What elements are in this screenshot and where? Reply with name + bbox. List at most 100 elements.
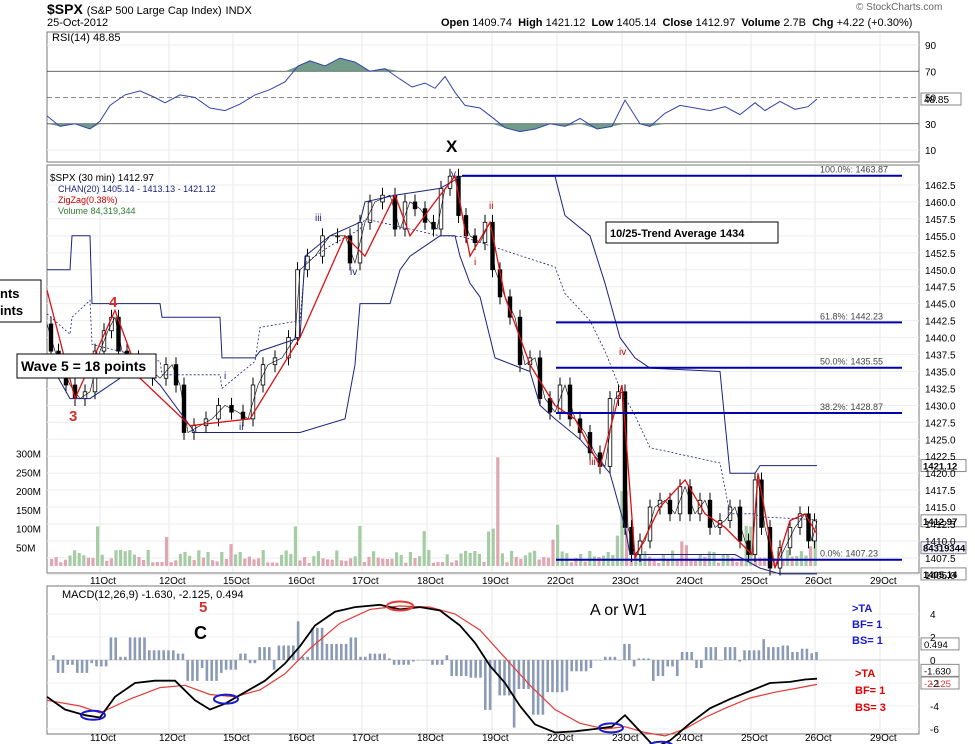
volume-bar bbox=[132, 554, 136, 566]
volume-bar bbox=[358, 525, 362, 566]
macd-histogram-bar bbox=[666, 660, 669, 667]
macd-histogram-bar bbox=[224, 660, 228, 670]
volume-bar bbox=[224, 559, 228, 566]
volume-bar bbox=[77, 553, 81, 566]
volume-bar bbox=[422, 531, 426, 566]
volume-bar bbox=[96, 526, 100, 566]
volume-bar bbox=[105, 560, 109, 566]
cutoff-text-2: ints bbox=[0, 303, 23, 318]
volume-bar bbox=[717, 562, 721, 566]
macd-histogram-bar bbox=[85, 660, 89, 673]
volume-bar bbox=[477, 553, 481, 566]
price-tick-label: 1455.0 bbox=[925, 232, 956, 243]
macd-histogram-bar bbox=[407, 660, 410, 665]
macd-histogram-bar bbox=[503, 660, 506, 696]
channel-middle bbox=[46, 218, 818, 521]
macd-histogram-bar bbox=[196, 660, 199, 681]
x-tick-label: 12Oct bbox=[159, 733, 186, 744]
wave-c-label: C bbox=[194, 623, 207, 643]
volume-bar bbox=[280, 554, 284, 566]
macd-histogram-bar bbox=[277, 645, 281, 660]
wave-red-iv: iv bbox=[619, 347, 626, 358]
macd-histogram-bar bbox=[229, 660, 233, 670]
volume-bar bbox=[740, 560, 744, 566]
fib-label: 100.0%: 1463.87 bbox=[820, 165, 888, 175]
x-tick-label: 15Oct bbox=[223, 576, 250, 587]
macd-histogram-bar bbox=[748, 650, 751, 660]
volume-bar bbox=[326, 559, 330, 566]
volume-bar bbox=[395, 552, 399, 566]
bf-red: BF= 1 bbox=[855, 685, 885, 697]
volume-bar bbox=[445, 554, 449, 566]
price-tick-label: 1427.5 bbox=[925, 418, 956, 429]
macd-histogram-bar bbox=[752, 650, 756, 660]
macd-histogram-bar bbox=[138, 637, 141, 660]
volume-bar bbox=[284, 550, 288, 566]
rsi-overbought-fill bbox=[47, 58, 817, 72]
legend-chan: CHAN(20) 1405.14 - 1413.13 - 1421.12 bbox=[58, 184, 216, 194]
volume-bar bbox=[809, 546, 813, 566]
volume-bar bbox=[602, 555, 606, 566]
macd-histogram-bar bbox=[762, 639, 765, 660]
ta-blue: >TA bbox=[852, 603, 872, 615]
macd-histogram-bar bbox=[416, 660, 420, 661]
volume-bar bbox=[790, 556, 794, 566]
volume-bar bbox=[367, 556, 371, 566]
x-tick-label: 18Oct bbox=[417, 733, 444, 744]
volume-bar bbox=[408, 552, 412, 566]
macd-histogram-bar bbox=[551, 660, 554, 693]
volume-bar bbox=[146, 550, 150, 566]
macd-histogram-bar bbox=[248, 660, 252, 664]
volume-bar bbox=[312, 556, 316, 566]
macd-histogram-bar bbox=[724, 647, 727, 660]
macd-histogram-bar bbox=[76, 660, 79, 673]
macd-histogram-bar bbox=[599, 660, 602, 661]
macd-histogram-bar bbox=[570, 660, 573, 672]
price-tick-label: 1435.0 bbox=[925, 367, 956, 378]
macd-histogram-bar bbox=[440, 660, 444, 665]
volume-bar bbox=[307, 562, 311, 566]
volume-bar bbox=[730, 557, 734, 566]
volume-bar bbox=[735, 561, 739, 566]
macd-histogram-bar bbox=[66, 660, 69, 665]
volume-bar bbox=[220, 552, 224, 566]
rsi-panel-frame bbox=[46, 31, 920, 163]
volume-bar bbox=[188, 555, 192, 566]
macd-histogram-bar bbox=[364, 656, 367, 660]
macd-histogram-bar bbox=[608, 656, 612, 660]
bs-blue: BS= 1 bbox=[852, 635, 883, 647]
rsi-tick-label: 30 bbox=[925, 120, 937, 131]
x-tick-label: 19Oct bbox=[482, 576, 509, 587]
volume-bar bbox=[431, 562, 435, 566]
macd-histogram-bar bbox=[124, 656, 127, 660]
price-tick-label: 1422.5 bbox=[925, 452, 956, 463]
volume-bar bbox=[206, 552, 210, 566]
volume-bar bbox=[91, 558, 95, 566]
x-tick-label: 22Oct bbox=[547, 576, 574, 587]
volume-bar bbox=[482, 562, 486, 566]
macd-histogram-bar bbox=[613, 656, 617, 660]
macd-histogram-bar bbox=[541, 660, 545, 715]
price-tick-label: 1407.5 bbox=[925, 554, 956, 565]
volume-bar bbox=[459, 553, 463, 566]
cutoff-text-1: nts bbox=[0, 286, 20, 301]
macd-histogram-bar bbox=[575, 660, 578, 672]
wave-red-iii: iii bbox=[589, 457, 596, 468]
volume-bar bbox=[128, 550, 132, 566]
macd-histogram-bar bbox=[176, 653, 180, 660]
macd-histogram-bar bbox=[671, 660, 674, 667]
volume-bar bbox=[592, 556, 596, 566]
macd-histogram-bar bbox=[781, 645, 785, 660]
volume-tick-label: 200M bbox=[16, 487, 41, 498]
volume-bar bbox=[533, 550, 537, 566]
macd-histogram-bar bbox=[205, 660, 209, 681]
price-tick-label: 1410.0 bbox=[925, 537, 956, 548]
volume-tick-label: 300M bbox=[16, 450, 41, 461]
macd-histogram-bar bbox=[71, 660, 74, 665]
volume-bar bbox=[500, 553, 504, 566]
legend-volume: Volume 84,319,344 bbox=[58, 206, 136, 216]
macd-chart: 0.494-1.630-2.125 bbox=[46, 600, 960, 744]
wave-5-label: 5 bbox=[199, 599, 207, 616]
macd-histogram-bar bbox=[700, 660, 703, 668]
macd-histogram-bar bbox=[282, 645, 285, 660]
